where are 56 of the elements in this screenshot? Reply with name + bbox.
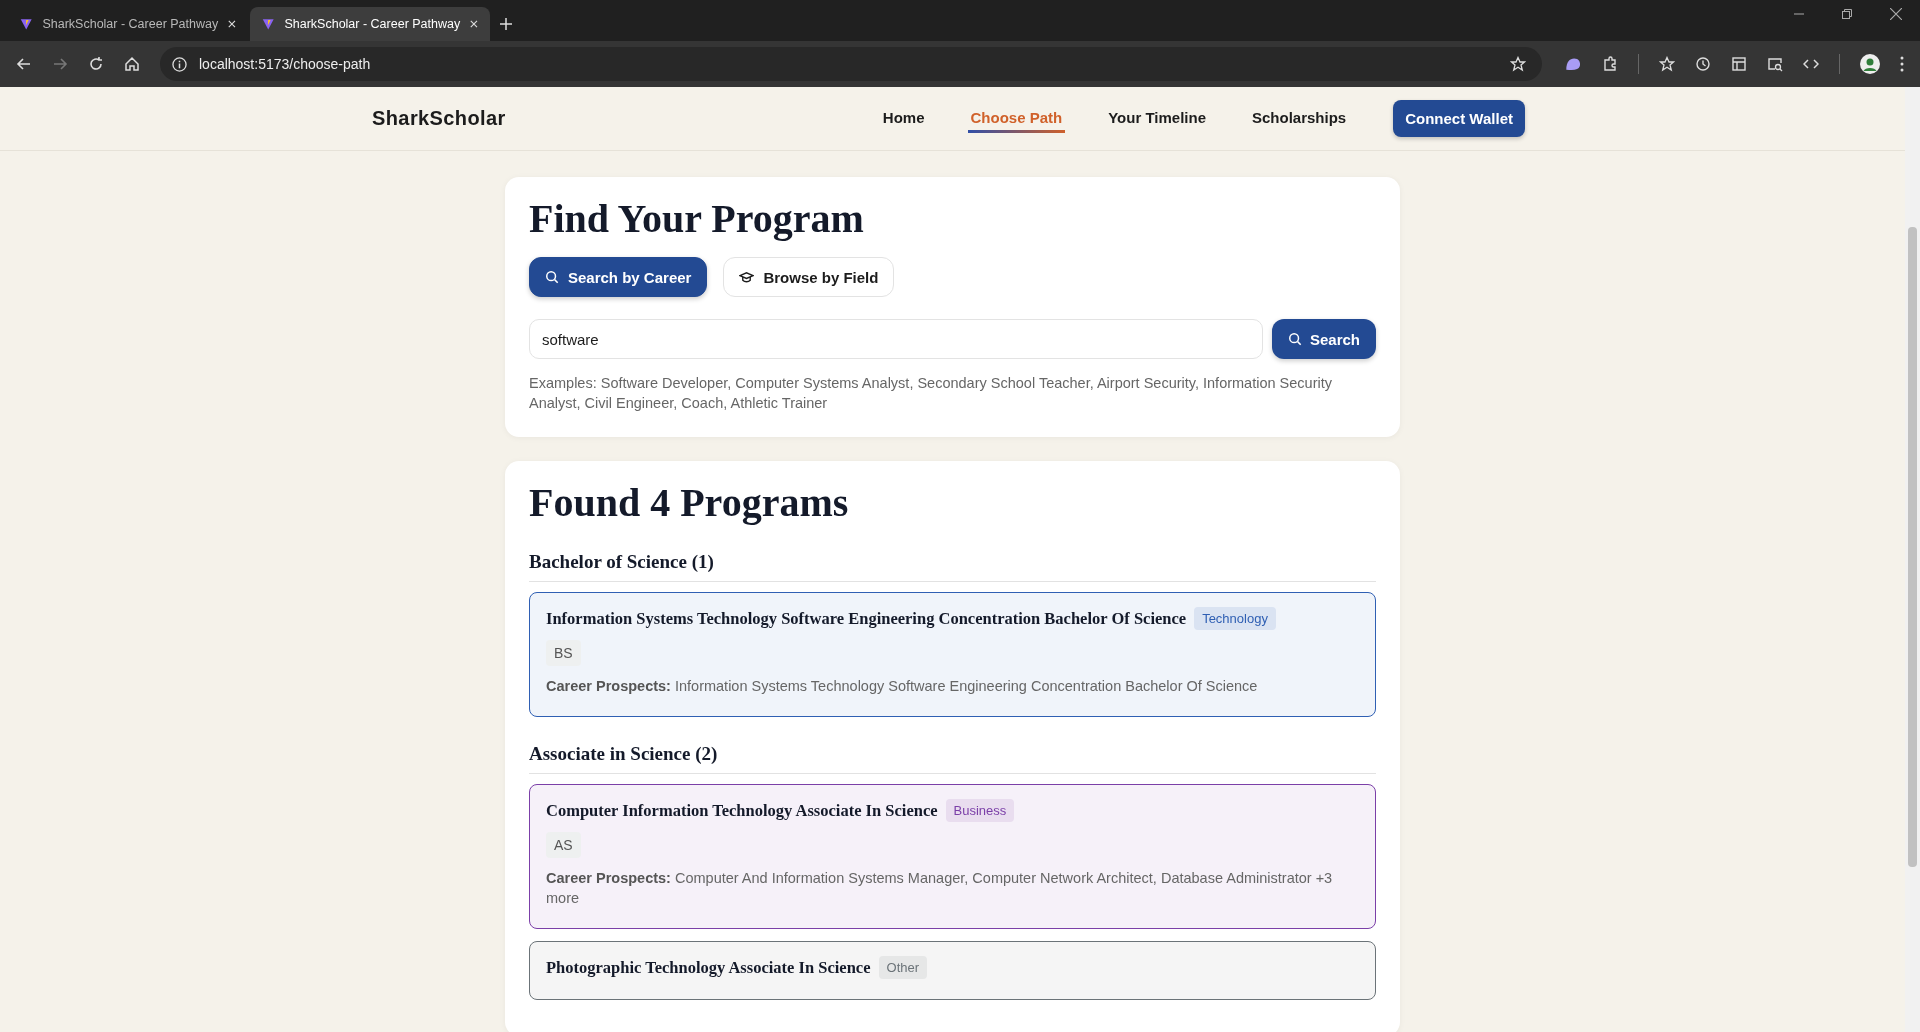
search-field[interactable]: software (529, 319, 1263, 359)
mode-tab[interactable]: Search by Career (529, 257, 708, 297)
connect-wallet-button[interactable]: Connect Wallet (1393, 100, 1525, 137)
restore-icon[interactable] (1842, 8, 1852, 19)
menu-icon[interactable] (1900, 56, 1904, 72)
category-tag: Technology (1194, 607, 1276, 630)
star-icon[interactable] (1510, 56, 1526, 72)
category-tag: Other (878, 956, 928, 979)
search-icon (1287, 332, 1302, 346)
url-text: localhost:5173/choose-path (199, 56, 371, 72)
search-icon (545, 270, 559, 284)
brand-name[interactable]: SharkScholar (372, 107, 506, 130)
browser-tab[interactable]: SharkScholar - Career Pathway (250, 7, 490, 41)
browser-tab[interactable]: SharkScholar - Career Pathway (8, 7, 248, 41)
program-card[interactable]: Computer Information Technology Associate In Science Business AS Career Prospects: Computer And Information Systems Manager, Computer Network Architect, Database Administrator +3 more (529, 784, 1376, 929)
avatar-icon[interactable] (1860, 54, 1880, 74)
puzzle-icon[interactable] (1602, 56, 1618, 72)
page-search-icon[interactable] (1767, 56, 1783, 72)
info-icon (172, 56, 187, 72)
new-tab-icon[interactable] (500, 18, 512, 30)
tab-title: SharkScholar - Career Pathway (42, 17, 219, 31)
nav-link[interactable]: Your Timeline (1105, 104, 1209, 133)
degree-label: AS (546, 832, 581, 858)
tab-title: SharkScholar - Career Pathway (284, 17, 461, 31)
career-prospects-text: Career Prospects: Information Systems Technology Software Engineering Concentration Bachelor Of Science (546, 677, 1258, 696)
program-name: Photographic Technology Associate In Science (546, 957, 871, 978)
examples-text: Examples: Software Developer, Computer Systems Analyst, Secondary School Teacher, Airport Security, Information Security Analyst, Civil Engineer, Coach, Athletic Trainer (529, 374, 1333, 413)
home-icon[interactable] (124, 56, 140, 72)
search-button[interactable]: Search (1271, 319, 1376, 359)
triangle-logo-icon (20, 16, 33, 32)
close-icon[interactable] (1890, 7, 1902, 20)
address-bar[interactable]: localhost:5173/choose-path (160, 47, 1542, 81)
graduation-cap-icon (739, 270, 755, 284)
group-heading: Associate in Science (2) (529, 743, 1376, 774)
category-tag: Business (945, 799, 1015, 822)
reload-icon[interactable] (88, 56, 104, 72)
program-card[interactable]: Photographic Technology Associate In Science Other (529, 941, 1376, 1000)
back-arrow-icon[interactable] (16, 56, 32, 72)
career-prospects-text: Career Prospects: Computer And Information Systems Manager, Computer Network Architect, Database Administrator +3 more (546, 869, 1334, 908)
degree-label: BS (546, 640, 581, 666)
forward-arrow-icon[interactable] (52, 56, 68, 72)
ghost-icon[interactable] (1564, 55, 1582, 73)
program-name: Information Systems Technology Software Engineering Concentration Bachelor Of Science (546, 608, 1187, 629)
scrollbar[interactable] (1905, 87, 1920, 1032)
history-icon[interactable] (1695, 56, 1711, 72)
group-heading: Bachelor of Science (1) (529, 551, 1376, 582)
card-title: Find Your Program (529, 197, 865, 241)
mode-tab[interactable]: Browse by Field (723, 257, 895, 297)
star-list-icon[interactable] (1659, 56, 1675, 72)
program-card[interactable] (529, 592, 1376, 717)
layout-icon[interactable] (1731, 56, 1747, 72)
results-title: Found 4 Programs (529, 481, 850, 525)
triangle-logo-icon (262, 16, 275, 32)
nav-link[interactable]: Scholarships (1249, 104, 1350, 133)
nav-link[interactable]: Home (879, 104, 928, 133)
program-name: Computer Information Technology Associate In Science (546, 800, 938, 821)
